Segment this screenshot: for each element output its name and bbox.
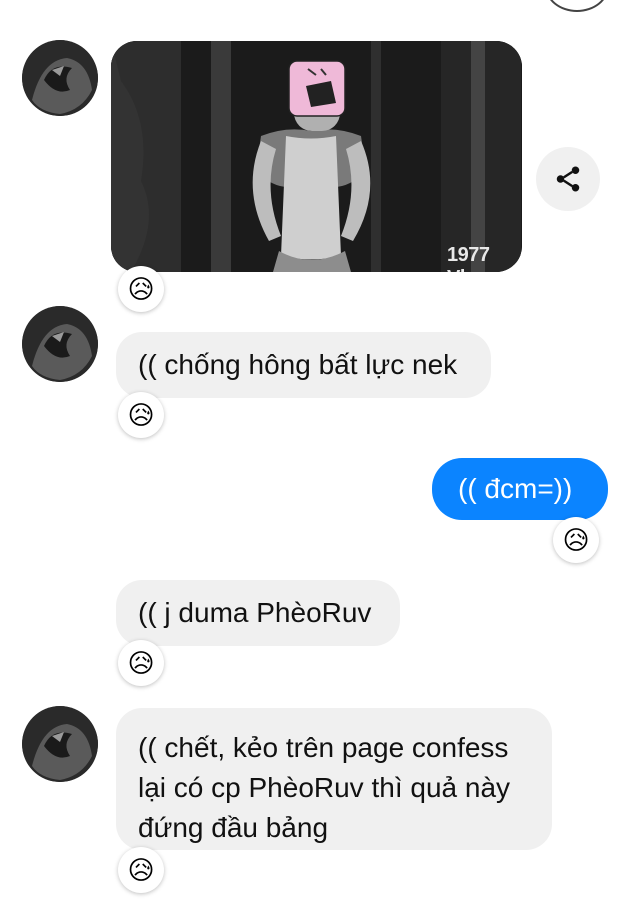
- avatar-image: [22, 306, 98, 382]
- message-bubble-incoming[interactable]: (( j duma PhèoRuv: [116, 580, 400, 646]
- reaction-msg1[interactable]: 😥: [118, 392, 164, 438]
- message-text: (( j duma PhèoRuv: [138, 597, 372, 628]
- reaction-msg4[interactable]: 😥: [118, 847, 164, 893]
- share-icon: [556, 166, 580, 192]
- message-line: đứng đầu bảng: [138, 812, 329, 843]
- avatar-image: [22, 40, 98, 116]
- reaction-msg2[interactable]: 😥: [553, 517, 599, 563]
- photo-image: [111, 41, 522, 272]
- avatar-image: [22, 706, 98, 782]
- message-line: lại có cp PhèoRuv thì quả này: [138, 772, 511, 803]
- message-bubble-incoming[interactable]: (( chết, kẻo trên page confess lại có cp…: [116, 708, 552, 850]
- photo-watermark: 1977 Vlog: [447, 244, 490, 272]
- avatar[interactable]: [22, 306, 98, 382]
- share-button[interactable]: [536, 147, 600, 211]
- avatar[interactable]: [22, 706, 98, 782]
- message-bubble-incoming[interactable]: (( chống hông bất lực nek: [116, 332, 491, 398]
- message-text: (( đcm=)): [458, 473, 573, 504]
- reaction-msg3[interactable]: 😥: [118, 640, 164, 686]
- message-text: (( chống hông bất lực nek: [138, 349, 458, 380]
- avatar[interactable]: [22, 40, 98, 116]
- message-line: (( chết, kẻo trên page confess: [138, 732, 509, 763]
- reaction-photo[interactable]: 😥: [118, 266, 164, 312]
- partial-avatar: [545, 0, 609, 12]
- photo-message[interactable]: 1977 Vlog: [111, 41, 522, 272]
- message-bubble-outgoing[interactable]: (( đcm=)): [432, 458, 608, 520]
